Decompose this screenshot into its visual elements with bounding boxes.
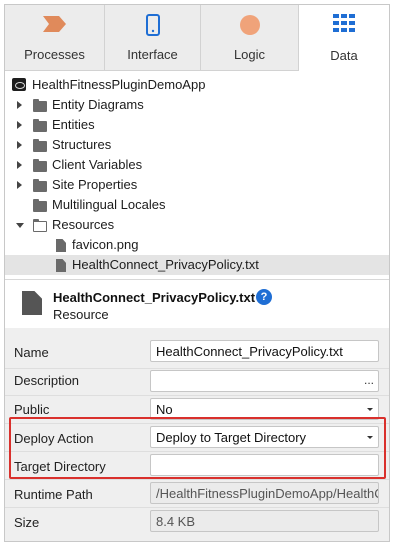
- row-separator: [5, 479, 389, 480]
- row-separator: [5, 395, 389, 396]
- tree-item-label: Resources: [52, 217, 115, 232]
- tree-item-label: Site Properties: [52, 177, 138, 192]
- size-label: Size: [14, 515, 40, 530]
- tab-data[interactable]: Data: [299, 5, 389, 71]
- tree-item-client-variables[interactable]: Client Variables: [5, 155, 389, 175]
- tab-interface-label: Interface: [127, 47, 178, 62]
- name-field[interactable]: HealthConnect_PrivacyPolicy.txt: [150, 340, 379, 362]
- chevron-right-icon[interactable]: [17, 121, 22, 129]
- logic-icon: [239, 14, 261, 39]
- tab-logic[interactable]: Logic: [201, 5, 299, 71]
- tree-item-label: Entity Diagrams: [52, 97, 144, 112]
- tree-item-site-properties[interactable]: Site Properties: [5, 175, 389, 195]
- chevron-right-icon[interactable]: [17, 181, 22, 189]
- runtime-path-field: /HealthFitnessPluginDemoApp/HealthC: [150, 482, 379, 504]
- row-separator: [5, 507, 389, 508]
- tab-data-label: Data: [330, 48, 358, 63]
- tree-item-label: Client Variables: [52, 157, 143, 172]
- size-field: 8.4 KB: [150, 510, 379, 532]
- public-value: No: [156, 402, 173, 417]
- description-more-button[interactable]: ...: [364, 373, 374, 387]
- chevron-right-icon[interactable]: [17, 101, 22, 109]
- chevron-down-icon[interactable]: [16, 223, 24, 228]
- folder-icon: [33, 179, 47, 192]
- chevron-right-icon[interactable]: [17, 141, 22, 149]
- folder-icon: [33, 199, 47, 212]
- data-grid-icon: [333, 14, 355, 35]
- tree-item-label: Structures: [52, 137, 112, 152]
- tree-item-entities[interactable]: Entities: [5, 115, 389, 135]
- data-panel: Processes Interface Logic Data HealthFit…: [4, 4, 390, 542]
- interface-icon: [145, 14, 160, 39]
- tree-item-favicon[interactable]: favicon.png: [5, 235, 389, 255]
- description-label: Description: [14, 373, 80, 388]
- folder-icon: [33, 139, 47, 152]
- tree-item-label: HealthConnect_PrivacyPolicy.txt: [72, 257, 259, 272]
- highlight-box: [9, 417, 386, 479]
- tree-item-label: Multilingual Locales: [52, 197, 166, 212]
- tree-root-label: HealthFitnessPluginDemoApp: [32, 77, 206, 92]
- tab-processes[interactable]: Processes: [5, 5, 105, 71]
- file-icon: [56, 259, 66, 272]
- file-icon: [22, 291, 42, 315]
- section-divider: [5, 279, 389, 280]
- tree-item-label: Entities: [52, 117, 95, 132]
- details-subtitle: Resource: [53, 307, 109, 322]
- folder-icon: [33, 119, 47, 132]
- tree-root[interactable]: HealthFitnessPluginDemoApp: [5, 75, 389, 95]
- tab-interface[interactable]: Interface: [105, 5, 201, 71]
- tree-item-label: favicon.png: [72, 237, 139, 252]
- processes-icon: [42, 14, 67, 37]
- tree-item-structures[interactable]: Structures: [5, 135, 389, 155]
- tab-logic-label: Logic: [233, 47, 266, 62]
- tree-item-resources[interactable]: Resources: [5, 215, 389, 235]
- tab-processes-label: Processes: [24, 47, 85, 62]
- folder-icon: [33, 159, 47, 172]
- tree-item-privacy-policy[interactable]: HealthConnect_PrivacyPolicy.txt: [5, 255, 389, 275]
- folder-open-icon: [32, 218, 47, 232]
- tree-item-multilingual-locales[interactable]: Multilingual Locales: [5, 195, 389, 215]
- dropdown-arrow-icon: [367, 408, 373, 411]
- description-field[interactable]: ...: [150, 370, 379, 392]
- file-icon: [56, 239, 66, 252]
- name-label: Name: [14, 345, 49, 360]
- folder-icon: [33, 99, 47, 112]
- tab-bar: Processes Interface Logic Data: [5, 5, 389, 71]
- help-icon[interactable]: ?: [256, 289, 272, 305]
- details-title: HealthConnect_PrivacyPolicy.txt: [53, 290, 256, 305]
- row-separator: [5, 368, 389, 369]
- public-label: Public: [14, 402, 50, 417]
- tree-item-entity-diagrams[interactable]: Entity Diagrams: [5, 95, 389, 115]
- chevron-right-icon[interactable]: [17, 161, 22, 169]
- app-icon: [12, 78, 26, 91]
- runtime-path-label: Runtime Path: [14, 487, 93, 502]
